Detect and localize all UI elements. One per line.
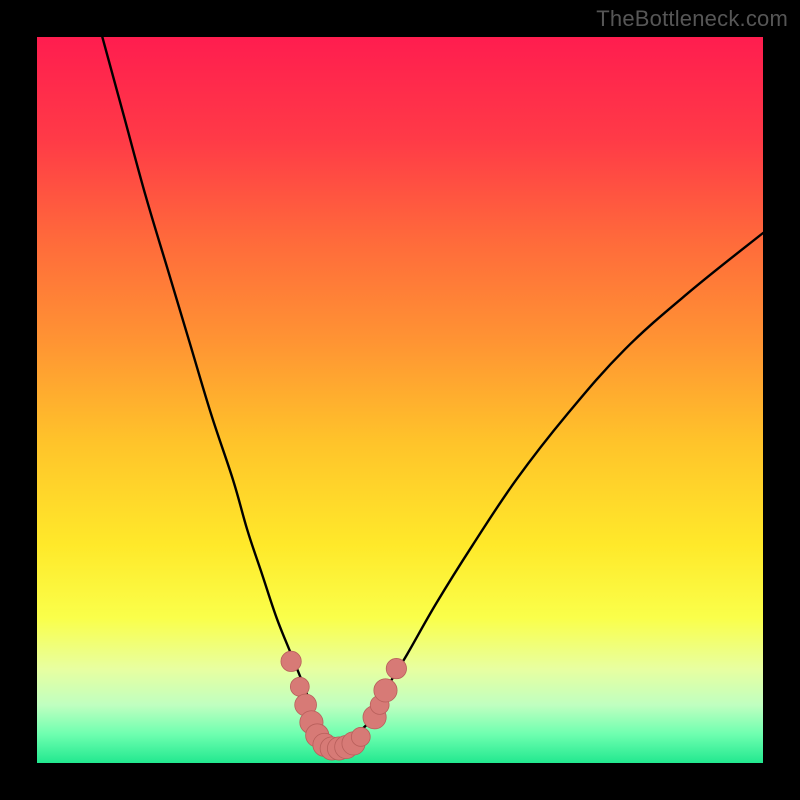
curve-marker [351, 727, 370, 746]
curve-marker [281, 651, 301, 671]
chart-stage: TheBottleneck.com [0, 0, 800, 800]
curve-marker [386, 658, 406, 678]
attribution-text: TheBottleneck.com [596, 6, 788, 32]
curve-layer [37, 37, 763, 763]
curve-marker [290, 677, 309, 696]
curve-markers [281, 651, 407, 760]
plot-area [37, 37, 763, 763]
bottleneck-curve [102, 37, 763, 749]
curve-marker [374, 679, 397, 702]
